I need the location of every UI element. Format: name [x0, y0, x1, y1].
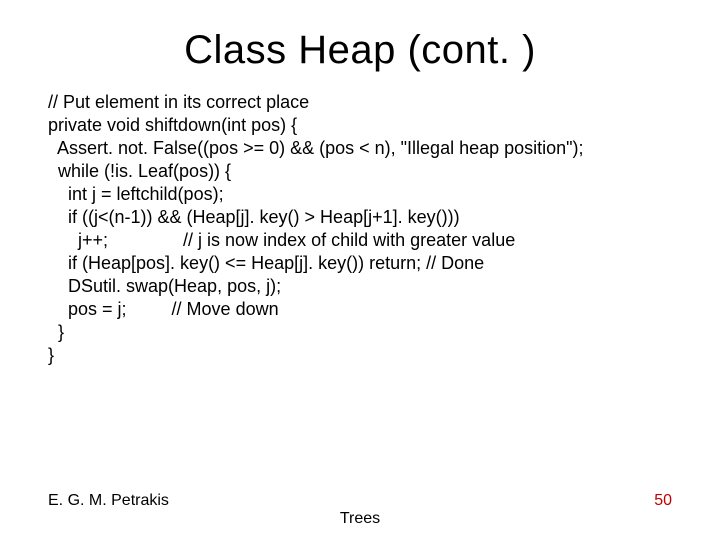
footer-topic: Trees [0, 510, 720, 528]
slide: Class Heap (cont. ) // Put element in it… [0, 0, 720, 540]
code-block: // Put element in its correct place priv… [0, 91, 720, 367]
footer-page-number: 50 [654, 492, 672, 510]
footer-author: E. G. M. Petrakis [48, 492, 169, 510]
slide-title: Class Heap (cont. ) [0, 0, 720, 91]
